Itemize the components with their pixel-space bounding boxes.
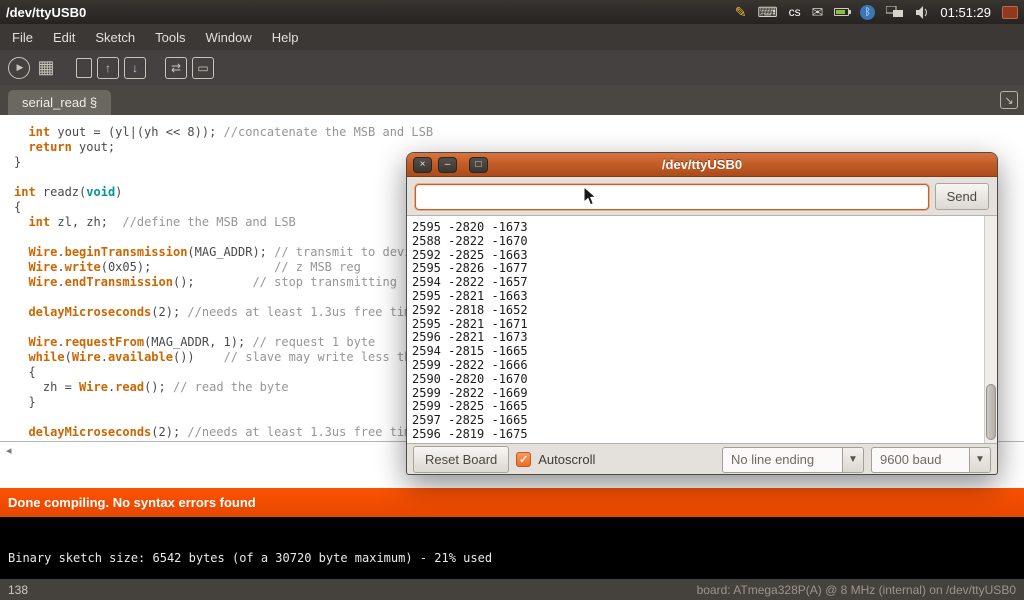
- serial-line: 2588 -2822 -1670: [412, 235, 997, 249]
- chevron-down-icon[interactable]: ▼: [842, 448, 863, 472]
- autoscroll-checkbox[interactable]: ✓: [516, 452, 531, 467]
- menu-tools[interactable]: Tools: [145, 25, 195, 50]
- build-console: Binary sketch size: 6542 bytes (of a 307…: [0, 517, 1024, 579]
- scrollbar-thumb[interactable]: [986, 384, 996, 440]
- line-ending-select[interactable]: No line ending ▼: [722, 447, 864, 473]
- autoscroll-label: Autoscroll: [538, 452, 595, 467]
- tab-serial-read[interactable]: serial_read §: [8, 90, 111, 115]
- serial-line: 2597 -2825 -1665: [412, 414, 997, 428]
- serial-line: 2596 -2821 -1673: [412, 331, 997, 345]
- serial-line: 2595 -2820 -1673: [412, 221, 997, 235]
- stop-button[interactable]: ▦: [35, 57, 57, 79]
- upload-button[interactable]: ⇄: [165, 57, 187, 79]
- keyboard-layout-indicator[interactable]: cs: [789, 5, 801, 19]
- send-button[interactable]: Send: [935, 183, 989, 210]
- screen: /dev/ttyUSB0 ✎ ⌨ cs ✉ ᛒ 01:51:29 File Ed…: [0, 0, 1024, 600]
- close-button[interactable]: ×: [413, 157, 432, 173]
- menu-file[interactable]: File: [2, 25, 43, 50]
- code-line: int yout = (yl|(yh << 8)); //concatenate…: [14, 125, 1024, 140]
- serial-line: 2592 -2818 -1652: [412, 304, 997, 318]
- volume-icon[interactable]: [915, 6, 929, 19]
- hscroll-left-arrow-icon[interactable]: ◂: [6, 444, 12, 457]
- serial-line: 2590 -2820 -1670: [412, 373, 997, 387]
- serial-line: 2599 -2825 -1665: [412, 400, 997, 414]
- bottom-statusbar: 138 board: ATmega328P(A) @ 8 MHz (intern…: [0, 579, 1024, 600]
- clock[interactable]: 01:51:29: [940, 5, 991, 20]
- tab-menu-button[interactable]: ↘: [1000, 91, 1018, 109]
- serial-line: 2599 -2822 -1666: [412, 359, 997, 373]
- board-info: board: ATmega328P(A) @ 8 MHz (internal) …: [697, 583, 1016, 597]
- open-button[interactable]: ↑: [97, 57, 119, 79]
- panel-indicators: ✎ ⌨ cs ✉ ᛒ 01:51:29: [735, 4, 1018, 21]
- serial-monitor-button[interactable]: ▭: [192, 57, 214, 79]
- serial-line: 2594 -2822 -1657: [412, 276, 997, 290]
- menu-sketch[interactable]: Sketch: [85, 25, 145, 50]
- system-panel: /dev/ttyUSB0 ✎ ⌨ cs ✉ ᛒ 01:51:29: [0, 0, 1024, 24]
- ide-toolbar: ▶▦ ↑↓ ⇄▭: [0, 50, 1024, 85]
- monitor-title: /dev/ttyUSB0: [407, 153, 997, 177]
- serial-line: 2595 -2821 -1663: [412, 290, 997, 304]
- reset-board-button[interactable]: Reset Board: [413, 446, 509, 473]
- baud-rate-select[interactable]: 9600 baud ▼: [871, 447, 991, 473]
- verify-button[interactable]: ▶: [8, 57, 30, 79]
- monitor-input-row: Send: [407, 177, 997, 215]
- monitor-footer: Reset Board ✓ Autoscroll No line ending …: [407, 444, 997, 475]
- monitor-titlebar[interactable]: × – □ /dev/ttyUSB0: [407, 153, 997, 177]
- bluetooth-icon[interactable]: ᛒ: [860, 5, 875, 20]
- compile-status-message: Done compiling. No syntax errors found: [8, 495, 256, 510]
- serial-line: 2594 -2815 -1665: [412, 345, 997, 359]
- session-menu-icon[interactable]: [1002, 6, 1018, 19]
- serial-monitor-window: × – □ /dev/ttyUSB0 Send 2595 -2820 -1673…: [406, 152, 998, 475]
- mouse-cursor: [583, 186, 599, 213]
- console-output: Binary sketch size: 6542 bytes (of a 307…: [8, 551, 492, 565]
- menu-help[interactable]: Help: [262, 25, 309, 50]
- save-button[interactable]: ↓: [124, 57, 146, 79]
- line-number-indicator: 138: [8, 583, 28, 597]
- compile-status-bar: Done compiling. No syntax errors found: [0, 488, 1024, 517]
- output-scrollbar[interactable]: [984, 216, 997, 443]
- network-icon[interactable]: [886, 6, 904, 19]
- serial-send-input[interactable]: [415, 184, 929, 210]
- keyboard-icon[interactable]: ⌨: [757, 4, 777, 21]
- serial-line: 2595 -2826 -1677: [412, 262, 997, 276]
- minimize-button[interactable]: –: [438, 157, 457, 173]
- mail-icon[interactable]: ✉: [812, 4, 824, 21]
- edit-indicator-icon[interactable]: ✎: [735, 4, 747, 21]
- serial-output[interactable]: 2595 -2820 -16732588 -2822 -16702592 -28…: [407, 215, 997, 444]
- battery-icon[interactable]: [834, 8, 849, 16]
- panel-window-title: /dev/ttyUSB0: [6, 5, 86, 20]
- new-sketch-button[interactable]: [76, 58, 92, 78]
- menu-edit[interactable]: Edit: [43, 25, 85, 50]
- maximize-button[interactable]: □: [469, 157, 488, 173]
- serial-line: 2596 -2819 -1675: [412, 428, 997, 442]
- menubar: File Edit Sketch Tools Window Help: [0, 24, 1024, 50]
- serial-line: 2595 -2821 -1671: [412, 318, 997, 332]
- serial-line: 2592 -2825 -1663: [412, 249, 997, 263]
- chevron-down-icon[interactable]: ▼: [969, 448, 990, 472]
- tab-strip: serial_read § ↘: [0, 85, 1024, 115]
- serial-line: 2599 -2822 -1669: [412, 387, 997, 401]
- menu-window[interactable]: Window: [195, 25, 261, 50]
